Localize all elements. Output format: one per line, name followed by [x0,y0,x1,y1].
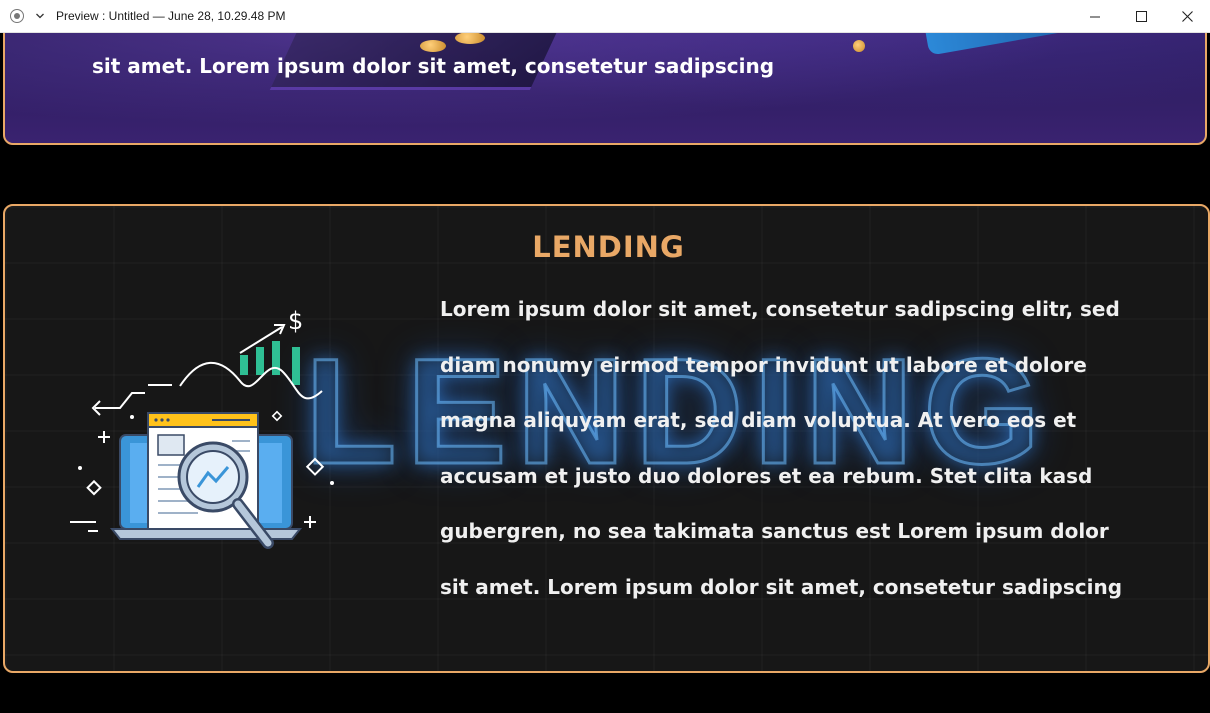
minimize-button[interactable] [1072,0,1118,33]
description-line: sit amet. Lorem ipsum dolor sit amet, co… [440,574,1123,599]
description-line: accusam et justo duo dolores et ea rebum… [440,463,1093,488]
lending-description: Lorem ipsum dolor sit amet, consetetur s… [440,282,1140,615]
top-card-text: sit amet. Lorem ipsum dolor sit amet, co… [92,54,775,78]
lending-card: LENDING LENDING $ Lorem ipsum dolor sit … [3,204,1210,673]
maximize-icon [1135,11,1147,22]
description-line: Lorem ipsum dolor sit amet, consetetur s… [440,297,1120,321]
svg-text:$: $ [288,307,303,335]
chevron-down-icon[interactable] [33,9,47,23]
record-icon[interactable] [10,9,24,23]
description-line: gubergren, no sea takimata sanctus est L… [440,519,1109,543]
coin-icon [455,32,485,44]
maximize-button[interactable] [1118,0,1164,33]
laptop-magnifier-analytics-icon: $ [70,307,334,549]
coin-icon [420,40,446,52]
close-icon [1181,11,1193,22]
section-title: LENDING [532,230,685,264]
window-title: Preview : Untitled — June 28, 10.29.48 P… [56,9,286,23]
preview-window: Preview : Untitled — June 28, 10.29.48 P… [0,0,1210,713]
description-line: diam nonumy eirmod tempor invidunt ut la… [440,352,1087,377]
close-button[interactable] [1164,0,1210,33]
description-line: magna aliquyam erat, sed diam voluptua. … [440,408,1077,432]
title-bar: Preview : Untitled — June 28, 10.29.48 P… [0,0,1210,33]
minimize-icon [1090,16,1100,17]
coin-icon [853,40,865,52]
window-controls [1072,0,1210,33]
